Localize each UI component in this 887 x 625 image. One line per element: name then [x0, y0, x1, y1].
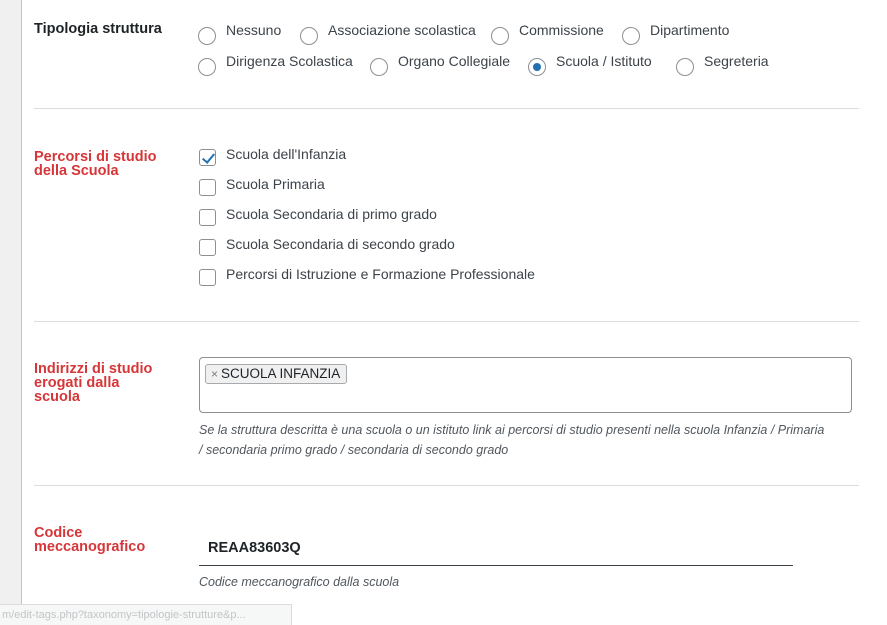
- radio-button[interactable]: [300, 27, 318, 45]
- radio-label: Associazione scolastica: [328, 22, 476, 38]
- label-line: Indirizzi di studio: [34, 361, 153, 377]
- checkbox-checked[interactable]: [199, 149, 216, 166]
- indirizzi-multiselect[interactable]: × SCUOLA INFANZIA: [199, 357, 852, 413]
- checkbox[interactable]: [199, 179, 216, 196]
- tag-label: SCUOLA INFANZIA: [221, 366, 341, 381]
- divider: [34, 485, 859, 486]
- status-bar-url: m/edit-tags.php?taxonomy=tipologie-strut…: [0, 604, 292, 625]
- codice-description: Codice meccanografico dalla scuola: [199, 575, 400, 589]
- checkbox[interactable]: [199, 269, 216, 286]
- divider: [34, 321, 859, 322]
- form-panel: Tipologia struttura Nessuno Associazione…: [21, 0, 887, 625]
- radio-label: Organo Collegiale: [398, 53, 511, 69]
- tipologia-label: Tipologia struttura: [34, 21, 162, 37]
- radio-button[interactable]: [198, 27, 216, 45]
- indirizzi-label: Indirizzi di studio erogati dalla scuola: [34, 361, 174, 405]
- checkbox[interactable]: [199, 209, 216, 226]
- description-line: / secondaria primo grado / secondaria di…: [199, 443, 509, 457]
- radio-button-selected[interactable]: [528, 58, 546, 76]
- label-line: Codice: [34, 525, 83, 541]
- label-line: della Scuola: [34, 163, 119, 179]
- radio-label: Dirigenza Scolastica: [226, 53, 353, 69]
- codice-label: Codice meccanografico: [34, 525, 174, 555]
- radio-button[interactable]: [370, 58, 388, 76]
- divider: [34, 108, 859, 109]
- description-line: Se la struttura descritta è una scuola o…: [199, 423, 825, 437]
- label-line: meccanografico: [34, 539, 146, 555]
- label-line: Percorsi di studio: [34, 149, 157, 165]
- radio-label: Dipartimento: [650, 22, 730, 38]
- remove-tag-icon[interactable]: ×: [211, 367, 218, 381]
- label-line: erogati dalla: [34, 375, 120, 391]
- radio-button[interactable]: [491, 27, 509, 45]
- label-line: scuola: [34, 389, 80, 405]
- indirizzi-description: Se la struttura descritta è una scuola o…: [199, 420, 824, 460]
- selected-tag: × SCUOLA INFANZIA: [205, 364, 348, 384]
- radio-label: Scuola / Istituto: [556, 53, 652, 69]
- radio-button[interactable]: [198, 58, 216, 76]
- codice-input[interactable]: [199, 530, 793, 566]
- radio-label: Segreteria: [704, 53, 769, 69]
- radio-label: Nessuno: [226, 22, 282, 38]
- checkbox-label: Scuola Secondaria di secondo grado: [226, 236, 455, 252]
- percorsi-label: Percorsi di studio della Scuola: [34, 149, 174, 179]
- radio-button[interactable]: [676, 58, 694, 76]
- checkbox[interactable]: [199, 239, 216, 256]
- radio-button[interactable]: [622, 27, 640, 45]
- checkbox-label: Percorsi di Istruzione e Formazione Prof…: [226, 266, 535, 282]
- checkbox-label: Scuola Secondaria di primo grado: [226, 206, 437, 222]
- checkbox-label: Scuola Primaria: [226, 176, 325, 192]
- checkbox-label: Scuola dell'Infanzia: [226, 146, 347, 162]
- radio-label: Commissione: [519, 22, 604, 38]
